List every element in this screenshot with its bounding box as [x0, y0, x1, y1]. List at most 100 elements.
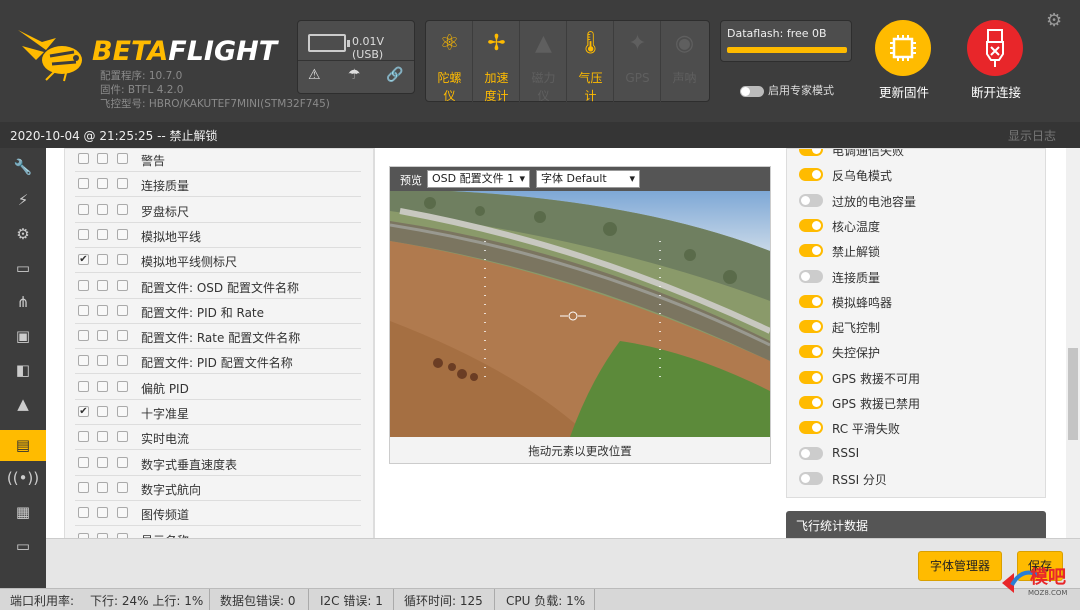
warning-switch-row[interactable]: RC 平滑失败 — [799, 415, 1039, 440]
disconnect-button[interactable]: 断开连接 — [956, 20, 1036, 110]
show-log-link[interactable]: 显示日志 — [1008, 127, 1056, 144]
osd-element-row[interactable]: 配置文件: PID 和 Rate — [75, 299, 361, 324]
update-firmware-button[interactable]: 更新固件 — [864, 20, 944, 110]
osd-element-row[interactable]: 配置文件: PID 配置文件名称 — [75, 349, 361, 375]
element-checkbox[interactable] — [97, 203, 108, 215]
element-checkbox[interactable] — [97, 254, 108, 266]
element-checkbox[interactable] — [78, 279, 89, 291]
font-manager-button[interactable]: 字体管理器 — [918, 551, 1002, 581]
sidebar-item-osd[interactable]: ▤ — [0, 430, 46, 461]
toggle-switch[interactable] — [799, 193, 823, 207]
sidebar-item-ports[interactable]: ⚡ — [0, 185, 46, 216]
settings-gear-icon[interactable]: ⚙ — [1046, 10, 1062, 31]
osd-element-row[interactable]: 模拟地平线 — [75, 223, 361, 248]
sidebar-item-modes[interactable]: ◧ — [0, 355, 46, 386]
warning-switch-row[interactable]: 模拟蜂鸣器 — [799, 289, 1039, 314]
warning-switch-row[interactable]: 反乌龟模式 — [799, 162, 1039, 187]
warning-switch-row[interactable]: 禁止解锁 — [799, 238, 1039, 263]
osd-element-row[interactable]: ✔ 模拟地平线侧标尺 — [75, 248, 361, 274]
element-checkbox[interactable] — [78, 203, 89, 215]
element-checkbox[interactable] — [117, 380, 128, 392]
element-checkbox[interactable] — [117, 178, 128, 190]
warning-switch-row[interactable]: 连接质量 — [799, 264, 1039, 289]
element-checkbox[interactable] — [117, 330, 128, 342]
expert-mode-toggle[interactable]: 启用专家模式 — [740, 82, 834, 98]
toggle-switch[interactable] — [799, 218, 823, 232]
sidebar-item-setup[interactable]: 🔧 — [0, 152, 46, 183]
sidebar-item-pid[interactable]: ▣ — [0, 321, 46, 352]
element-checkbox[interactable] — [97, 380, 108, 392]
element-checkbox[interactable] — [78, 355, 89, 367]
element-checkbox[interactable]: ✔ — [78, 254, 89, 266]
element-checkbox[interactable] — [117, 304, 128, 316]
warning-switch-row[interactable]: 电调通信失败 — [799, 149, 1039, 162]
element-checkbox[interactable] — [117, 355, 128, 367]
warning-switch-row[interactable]: GPS 救援不可用 — [799, 365, 1039, 390]
toggle-switch[interactable] — [799, 294, 823, 308]
font-select[interactable]: 字体 Default ▾ — [536, 170, 640, 188]
element-checkbox[interactable] — [97, 279, 108, 291]
element-checkbox[interactable] — [117, 279, 128, 291]
element-checkbox[interactable] — [97, 481, 108, 493]
osd-element-row[interactable]: 数字式垂直速度表 — [75, 451, 361, 476]
osd-element-row[interactable]: 警告 — [75, 149, 361, 172]
content-scrollbar[interactable] — [1066, 148, 1080, 538]
toggle-switch[interactable] — [799, 168, 823, 182]
toggle-switch[interactable] — [799, 149, 823, 156]
sidebar-item-vtx[interactable]: ((•)) — [0, 463, 46, 494]
element-checkbox[interactable] — [97, 355, 108, 367]
element-checkbox[interactable] — [117, 431, 128, 443]
osd-element-row[interactable]: ✔ 十字准星 — [75, 400, 361, 425]
osd-element-row[interactable]: 数字式航向 — [75, 476, 361, 501]
element-checkbox[interactable] — [117, 153, 128, 164]
element-checkbox[interactable] — [117, 203, 128, 215]
toggle-switch[interactable] — [799, 471, 823, 485]
toggle-switch[interactable] — [799, 345, 823, 359]
osd-element-row[interactable]: 连接质量 — [75, 172, 361, 198]
element-checkbox[interactable] — [78, 481, 89, 493]
element-checkbox[interactable] — [117, 507, 128, 519]
warning-switch-row[interactable]: RSSI 分贝 — [799, 466, 1039, 491]
sidebar-item-failsafe[interactable]: ⋔ — [0, 287, 46, 318]
element-checkbox[interactable] — [117, 481, 128, 493]
element-checkbox[interactable] — [97, 178, 108, 190]
element-checkbox[interactable] — [97, 228, 108, 240]
toggle-switch[interactable] — [799, 421, 823, 435]
element-checkbox[interactable] — [97, 304, 108, 316]
element-checkbox[interactable] — [97, 153, 108, 164]
warning-switch-row[interactable]: GPS 救援已禁用 — [799, 390, 1039, 415]
sidebar-item-cli[interactable]: ▭ — [0, 531, 46, 562]
element-checkbox[interactable] — [97, 431, 108, 443]
element-checkbox[interactable] — [117, 456, 128, 468]
element-checkbox[interactable] — [78, 153, 89, 164]
element-checkbox[interactable] — [97, 406, 108, 417]
sidebar-item-sensors[interactable]: ▦ — [0, 497, 46, 528]
element-checkbox[interactable] — [78, 431, 89, 443]
osd-profile-select[interactable]: OSD 配置文件 1 ▾ — [427, 170, 530, 188]
toggle-switch[interactable] — [799, 244, 823, 258]
toggle-switch[interactable] — [799, 269, 823, 283]
element-checkbox[interactable] — [78, 178, 89, 190]
toggle-switch[interactable] — [799, 370, 823, 384]
element-checkbox[interactable] — [78, 380, 89, 392]
element-checkbox[interactable] — [97, 330, 108, 342]
element-checkbox[interactable] — [97, 456, 108, 468]
osd-element-row[interactable]: 配置文件: Rate 配置文件名称 — [75, 324, 361, 350]
warning-switch-row[interactable]: 过放的电池容量 — [799, 188, 1039, 213]
expert-toggle-switch[interactable] — [740, 85, 764, 97]
warning-switch-row[interactable]: 失控保护 — [799, 339, 1039, 364]
toggle-switch[interactable] — [799, 396, 823, 409]
element-checkbox[interactable] — [78, 304, 89, 316]
sidebar-item-motors[interactable]: ▲ — [0, 389, 46, 420]
element-checkbox[interactable] — [117, 228, 128, 240]
osd-preview-image[interactable] — [390, 191, 770, 437]
osd-element-row[interactable]: 偏航 PID — [75, 375, 361, 400]
warning-switch-row[interactable]: RSSI — [799, 441, 1039, 466]
element-checkbox[interactable] — [78, 330, 89, 342]
element-checkbox[interactable] — [78, 456, 89, 468]
warning-switch-row[interactable]: 起飞控制 — [799, 314, 1039, 339]
osd-element-row[interactable]: 实时电流 — [75, 425, 361, 451]
toggle-switch[interactable] — [799, 320, 823, 334]
toggle-switch[interactable] — [799, 446, 823, 460]
osd-element-row[interactable]: 图传频道 — [75, 501, 361, 527]
